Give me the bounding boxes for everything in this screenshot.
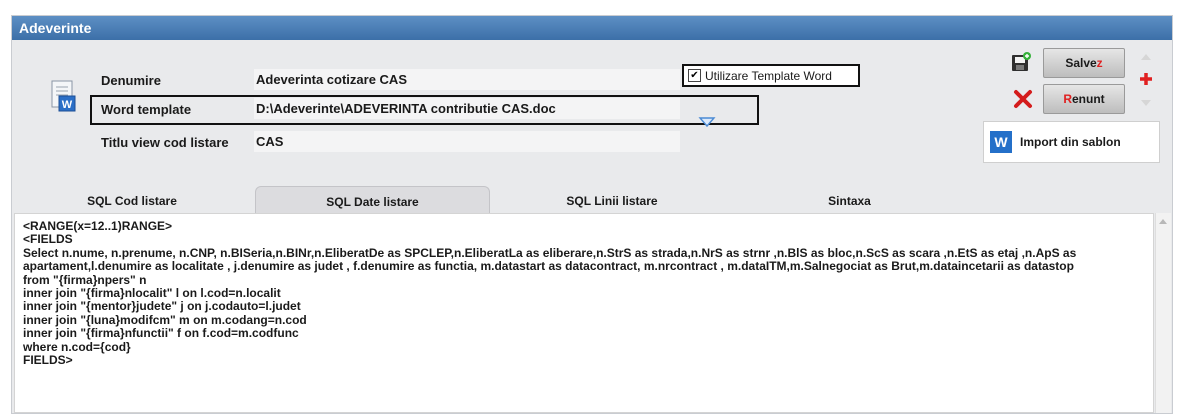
- svg-text:W: W: [62, 99, 73, 111]
- save-label-main: Salve: [1065, 56, 1097, 70]
- tab-sql-cod-listare[interactable]: SQL Cod listare: [12, 186, 252, 216]
- dropdown-arrow-icon[interactable]: [697, 115, 717, 129]
- scroll-down-faded-icon: [1141, 100, 1151, 106]
- tab-strip: SQL Cod listare SQL Date listare SQL Lin…: [12, 186, 1172, 216]
- word-document-icon: W: [51, 80, 76, 112]
- sql-line: where n.cod={cod}: [23, 339, 131, 354]
- scroll-up-arrow-icon[interactable]: [1159, 219, 1167, 224]
- cancel-button[interactable]: Renunt: [1043, 84, 1125, 114]
- sql-line: <FIELDS: [23, 232, 73, 247]
- import-template-button[interactable]: W Import din sablon: [983, 121, 1160, 163]
- save-button[interactable]: Salve z: [1043, 48, 1125, 78]
- titlu-view-field[interactable]: CAS: [254, 131, 680, 152]
- tab-sintaxa[interactable]: Sintaxa: [732, 186, 967, 216]
- cancel-x-icon: [1014, 90, 1032, 108]
- save-icon: [1012, 52, 1031, 71]
- titlu-view-label: Titlu view cod listare: [101, 135, 229, 150]
- add-plus-icon[interactable]: [1138, 71, 1154, 87]
- use-template-checkbox-row[interactable]: ✔ Utilizare Template Word: [682, 64, 860, 87]
- sql-line: inner join "{luna}modifcm" m on m.codang…: [23, 312, 307, 327]
- adeverinte-window: Adeverinte W Denumire Word template Titl…: [11, 15, 1173, 414]
- save-label-hotkey: z: [1096, 56, 1103, 70]
- scroll-up-faded-icon: [1141, 54, 1151, 60]
- sql-line: Select n.nume, n.prenume, n.CNP, n.BISer…: [23, 245, 1080, 274]
- tab-sql-date-listare[interactable]: SQL Date listare: [255, 186, 490, 216]
- word-w-icon: W: [990, 131, 1012, 153]
- sql-line: FIELDS>: [23, 353, 73, 368]
- sql-editor[interactable]: <RANGE(x=12..1)RANGE> <FIELDS Select n.n…: [14, 213, 1154, 413]
- sql-scrollbar[interactable]: [1155, 213, 1171, 413]
- denumire-label: Denumire: [101, 73, 161, 88]
- use-template-label: Utilizare Template Word: [705, 68, 832, 83]
- cancel-label-main: enunt: [1072, 92, 1105, 106]
- tab-sql-linii-listare[interactable]: SQL Linii listare: [492, 186, 732, 216]
- sql-line: from "{firma}npers" n: [23, 272, 147, 287]
- cancel-label-hotkey: R: [1063, 92, 1072, 106]
- window-title: Adeverinte: [12, 16, 1172, 40]
- use-template-checkbox[interactable]: ✔: [688, 69, 701, 82]
- sql-line: inner join "{firma}nlocalit" l on l.cod=…: [23, 286, 281, 301]
- sql-line: inner join "{mentor}judete" j on j.codau…: [23, 299, 301, 314]
- sql-line: inner join "{firma}nfunctii" f on f.cod=…: [23, 326, 299, 341]
- sql-line: <RANGE(x=12..1)RANGE>: [23, 219, 173, 233]
- denumire-field[interactable]: Adeverinta cotizare CAS: [254, 69, 680, 90]
- word-template-highlight: [90, 95, 759, 125]
- import-template-label: Import din sablon: [1020, 135, 1121, 149]
